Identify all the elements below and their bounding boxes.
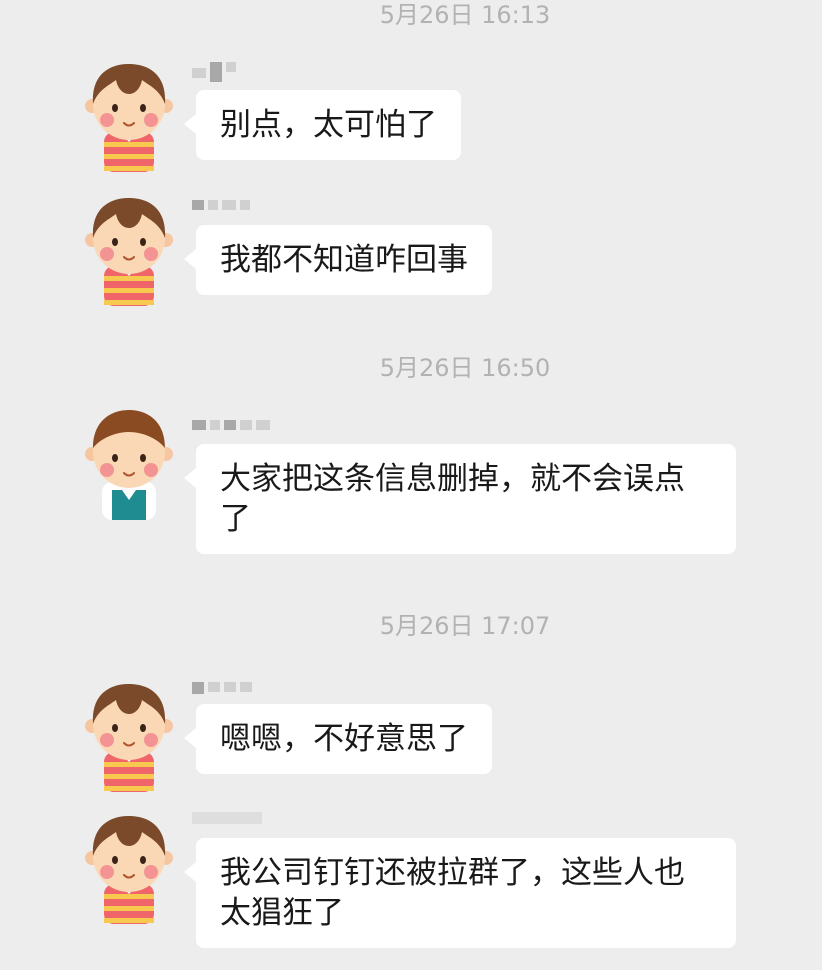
message-bubble[interactable]: 我都不知道咋回事 [184, 225, 492, 295]
sender-name-blurred [192, 420, 270, 440]
avatar[interactable] [82, 680, 176, 792]
boy-striped-shirt-avatar [85, 198, 173, 306]
message-bubble[interactable]: 嗯嗯，不好意思了 [184, 704, 492, 774]
boy-teal-vest-avatar [85, 410, 173, 520]
timestamp: 5月26日 16:13 [379, 1, 551, 29]
boy-striped-shirt-avatar [85, 64, 173, 172]
boy-striped-shirt-avatar [85, 816, 173, 924]
sender-name-blurred [192, 200, 250, 220]
message-bubble[interactable]: 我公司钉钉还被拉群了，这些人也太猖狂了 [184, 838, 736, 948]
message-bubble[interactable]: 大家把这条信息删掉，就不会误点了 [184, 444, 736, 554]
sender-name-blurred [192, 812, 262, 832]
avatar[interactable] [82, 194, 176, 306]
avatar[interactable] [82, 812, 176, 924]
timestamp: 5月26日 16:50 [379, 354, 551, 382]
sender-name-blurred [192, 62, 236, 82]
avatar[interactable] [82, 60, 176, 172]
avatar[interactable] [82, 408, 176, 520]
boy-striped-shirt-avatar [85, 684, 173, 792]
message-bubble[interactable]: 别点，太可怕了 [184, 90, 461, 160]
timestamp: 5月26日 17:07 [379, 612, 551, 640]
sender-name-blurred [192, 682, 252, 702]
